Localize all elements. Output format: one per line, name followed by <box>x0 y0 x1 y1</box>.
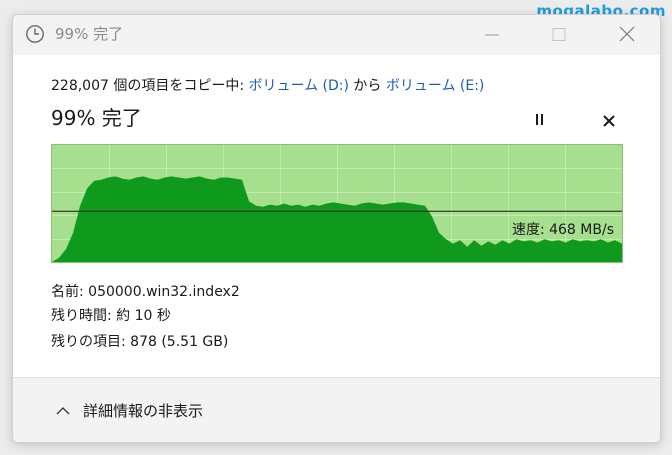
speed-label: 速度: 468 MB/s <box>511 222 614 238</box>
cancel-icon <box>603 115 615 127</box>
file-name-row: 名前: 050000.win32.index2 <box>51 281 240 303</box>
file-name-label: 名前: <box>51 284 89 300</box>
items-remaining-label: 残りの項目: <box>51 334 131 350</box>
cancel-copy-button[interactable] <box>601 113 617 129</box>
time-remaining-label: 残り時間: <box>51 308 117 324</box>
items-remaining-row: 残りの項目: 878 (5.51 GB) <box>51 331 228 353</box>
maximize-icon <box>552 28 566 41</box>
throughput-graph: 速度: 468 MB/s <box>51 144 623 263</box>
copy-middle-text: から <box>348 78 386 94</box>
close-icon <box>619 26 635 42</box>
time-remaining-value: 約 10 秒 <box>116 308 171 324</box>
destination-volume-link[interactable]: ボリューム (E:) <box>386 78 485 94</box>
screen: mogalabo.com 99% 完了 228,007 個の項目をコピー中: ボ… <box>0 0 672 455</box>
close-window-button[interactable] <box>604 19 650 51</box>
pause-button[interactable] <box>530 113 550 127</box>
chevron-up-icon <box>56 407 70 415</box>
pause-icon <box>536 114 538 125</box>
throughput-graph-svg <box>52 145 622 262</box>
copy-summary: 228,007 個の項目をコピー中: ボリューム (D:) から ボリューム (… <box>51 75 484 97</box>
items-remaining-value: 878 (5.51 GB) <box>130 334 229 350</box>
copy-progress-dialog: 99% 完了 228,007 個の項目をコピー中: ボリューム (D:) から … <box>12 14 661 443</box>
copy-count-text: 228,007 個の項目をコピー中: <box>51 78 249 94</box>
clock-icon <box>26 25 44 43</box>
maximize-button[interactable] <box>536 19 582 51</box>
file-name-value: 050000.win32.index2 <box>88 284 240 300</box>
window-title: 99% 完了 <box>55 25 124 43</box>
minimize-icon <box>485 34 499 36</box>
source-volume-link[interactable]: ボリューム (D:) <box>249 78 349 94</box>
footer-bar: 詳細情報の非表示 <box>13 377 660 442</box>
title-bar[interactable]: 99% 完了 <box>13 15 660 55</box>
time-remaining-row: 残り時間: 約 10 秒 <box>51 305 171 327</box>
percent-complete: 99% 完了 <box>51 106 142 130</box>
fewer-details-label: 詳細情報の非表示 <box>83 402 204 420</box>
minimize-button[interactable] <box>469 19 515 51</box>
fewer-details-button[interactable]: 詳細情報の非表示 <box>55 400 203 422</box>
